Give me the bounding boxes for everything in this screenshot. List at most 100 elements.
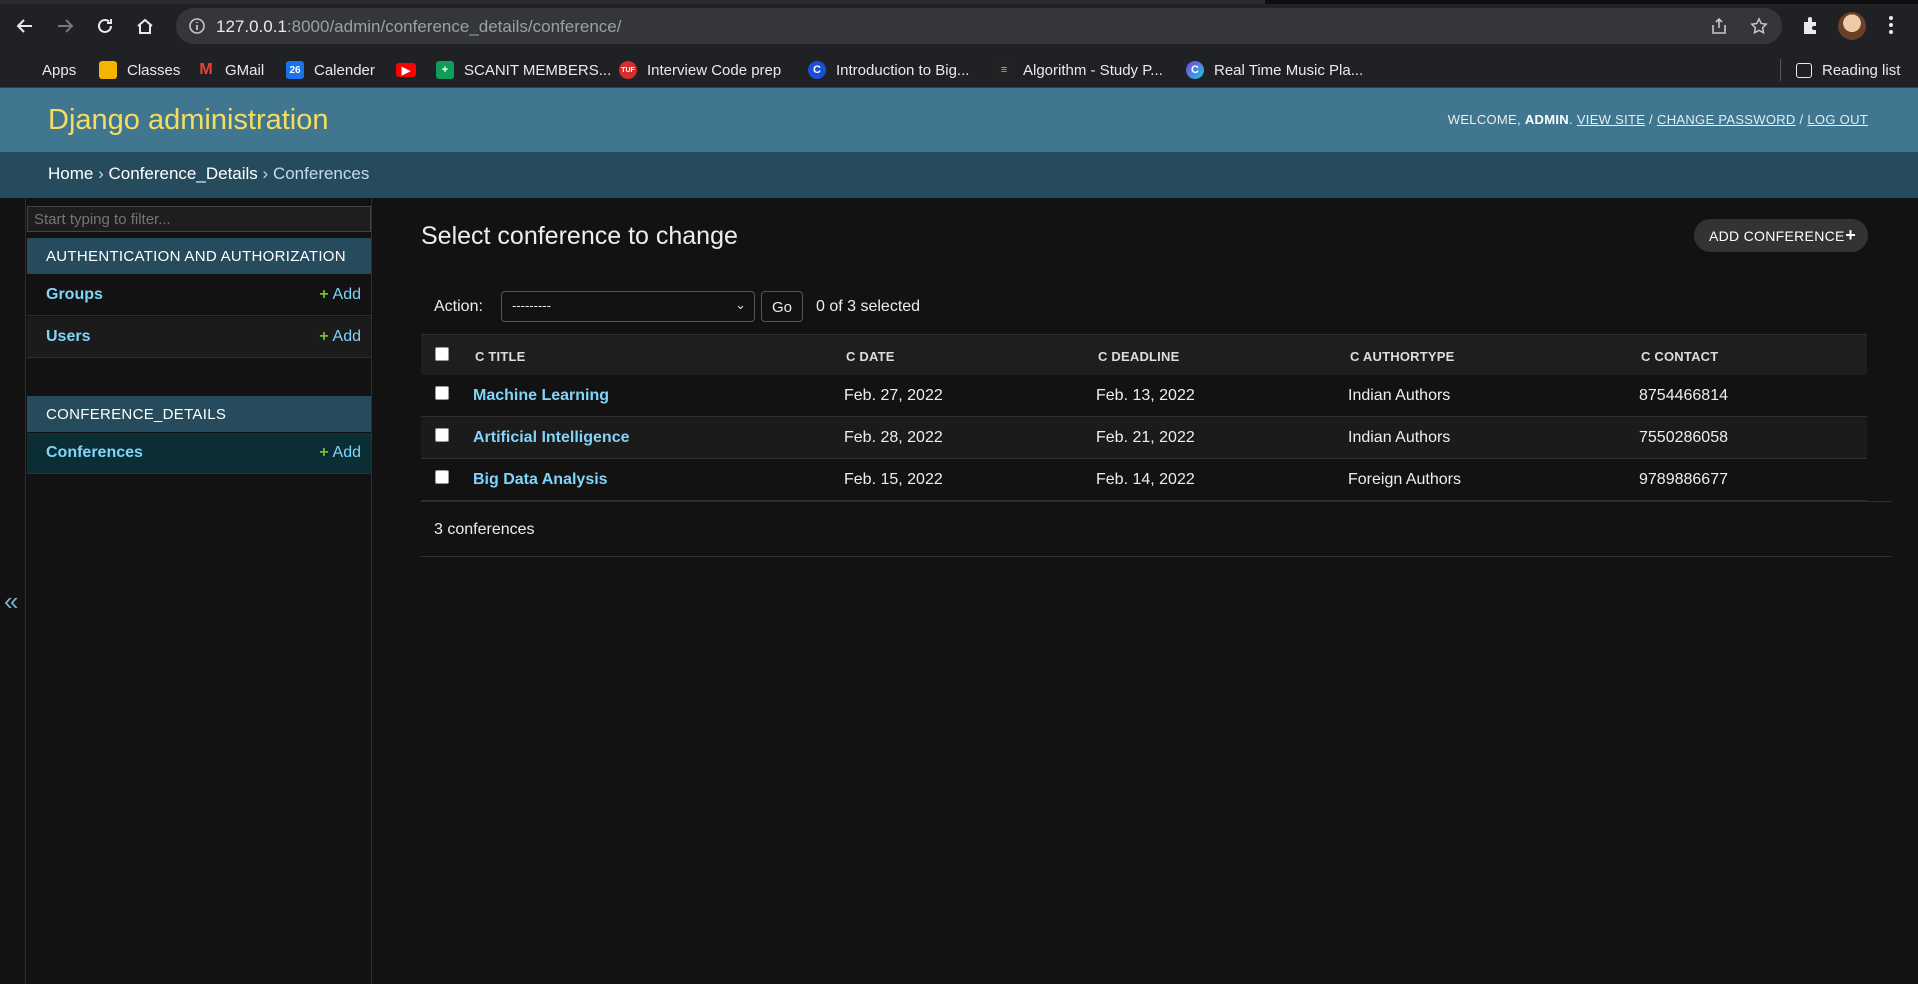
bookmark-big-data[interactable]: C Introduction to Big... — [808, 57, 969, 83]
bookmark-music[interactable]: C Real Time Music Pla... — [1186, 57, 1363, 83]
profile-avatar[interactable] — [1838, 12, 1866, 40]
plus-icon: + — [319, 444, 329, 461]
column-header-title[interactable]: C TITLE — [475, 349, 526, 364]
site-branding[interactable]: Django administration — [48, 104, 328, 137]
welcome-text: WELCOME, — [1447, 112, 1521, 127]
column-header-date[interactable]: C DATE — [846, 349, 895, 364]
cell-deadline: Feb. 14, 2022 — [1096, 471, 1195, 488]
breadcrumb-app[interactable]: Conference_Details — [109, 164, 258, 183]
bookmark-label: Apps — [42, 61, 77, 79]
bookmark-youtube[interactable]: ▶ — [396, 57, 426, 83]
username: ADMIN — [1524, 112, 1569, 127]
bookmark-label: GMail — [225, 61, 265, 79]
reload-icon[interactable] — [89, 10, 121, 42]
conference-title-link[interactable]: Big Data Analysis — [473, 471, 608, 489]
algorithm-icon: ≡ — [995, 61, 1013, 79]
model-link-conferences[interactable]: Conferences — [46, 444, 143, 461]
bookmark-label: Calender — [314, 61, 375, 79]
add-conference-link[interactable]: + Add — [319, 444, 361, 462]
tab-strip — [0, 0, 1918, 4]
breadcrumb-separator: › — [262, 164, 269, 183]
cell-date: Feb. 27, 2022 — [844, 387, 943, 404]
bookmark-star-icon[interactable] — [1750, 17, 1768, 35]
add-conference-button[interactable]: ADD CONFERENCE + — [1694, 219, 1868, 252]
conference-title-link[interactable]: Machine Learning — [473, 387, 609, 405]
bookmark-calendar[interactable]: 26 Calender — [286, 57, 375, 83]
address-bar[interactable]: 127.0.0.1:8000/admin/conference_details/… — [176, 8, 1782, 44]
bookmark-algorithm[interactable]: ≡ Algorithm - Study P... — [995, 57, 1163, 83]
calendar-icon: 26 — [286, 61, 304, 79]
bookmarks-bar: Apps Classes M GMail 26 Calender ▶ + SCA… — [0, 52, 1918, 88]
separator: / — [1799, 112, 1804, 127]
reading-list-label: Reading list — [1822, 61, 1901, 79]
table-row: Big Data Analysis Feb. 15, 2022 Feb. 14,… — [421, 459, 1867, 501]
bookmark-interview-prep[interactable]: TUF Interview Code prep — [619, 57, 781, 83]
breadcrumb-current: Conferences — [272, 164, 370, 183]
bookmark-classes[interactable]: Classes — [99, 57, 180, 83]
select-all-checkbox[interactable] — [435, 347, 449, 361]
punctuation: . — [1568, 112, 1573, 127]
active-tab[interactable] — [0, 0, 1265, 4]
column-header-contact[interactable]: C CONTACT — [1641, 349, 1718, 364]
conference-title-link[interactable]: Artificial Intelligence — [473, 429, 629, 447]
bookmark-scanit[interactable]: + SCANIT MEMBERS... — [436, 57, 611, 83]
view-site-link[interactable]: VIEW SITE — [1577, 112, 1645, 127]
row-checkbox[interactable] — [435, 428, 449, 442]
cell-date: Feb. 28, 2022 — [844, 429, 943, 446]
column-header-authortype[interactable]: C AUTHORTYPE — [1350, 349, 1454, 364]
plus-icon: + — [1845, 225, 1856, 245]
chevron-down-icon: ⌄ — [735, 297, 746, 312]
forward-icon[interactable] — [49, 10, 81, 42]
bookmark-label: Real Time Music Pla... — [1214, 61, 1364, 79]
bookmark-apps[interactable]: Apps — [16, 57, 76, 83]
cell-authortype: Indian Authors — [1348, 387, 1451, 404]
cell-date: Feb. 15, 2022 — [844, 471, 943, 488]
model-link-users[interactable]: Users — [46, 328, 90, 345]
table-row: Machine Learning Feb. 27, 2022 Feb. 13, … — [421, 375, 1867, 417]
sidebar-item-conferences[interactable]: Conferences + Add — [27, 433, 371, 474]
coursera-icon: C — [808, 61, 826, 79]
module-caption-auth[interactable]: AUTHENTICATION AND AUTHORIZATION — [27, 238, 371, 274]
add-label: Add — [332, 444, 361, 461]
sidebar-item-groups[interactable]: Groups + Add — [27, 275, 371, 316]
sheets-icon: + — [436, 61, 454, 79]
add-users-link[interactable]: + Add — [319, 328, 361, 346]
plus-icon: + — [319, 286, 329, 303]
cell-contact: 9789886677 — [1639, 471, 1728, 488]
sidebar-toggle[interactable]: « — [0, 198, 26, 984]
extensions-icon[interactable] — [1800, 14, 1822, 36]
log-out-link[interactable]: LOG OUT — [1807, 112, 1868, 127]
cell-authortype: Indian Authors — [1348, 429, 1451, 446]
action-selected-value: --------- — [512, 298, 551, 313]
home-icon[interactable] — [129, 10, 161, 42]
cell-deadline: Feb. 21, 2022 — [1096, 429, 1195, 446]
add-button-label: ADD CONFERENCE — [1709, 228, 1845, 244]
site-info-icon[interactable] — [188, 17, 206, 35]
menu-dots-icon[interactable] — [1880, 14, 1902, 36]
table-row: Artificial Intelligence Feb. 28, 2022 Fe… — [421, 417, 1867, 459]
cell-deadline: Feb. 13, 2022 — [1096, 387, 1195, 404]
bookmark-gmail[interactable]: M GMail — [197, 57, 264, 83]
change-password-link[interactable]: CHANGE PASSWORD — [1657, 112, 1796, 127]
add-groups-link[interactable]: + Add — [319, 286, 361, 304]
collapse-icon[interactable]: « — [4, 586, 18, 617]
column-header-deadline[interactable]: C DEADLINE — [1098, 349, 1179, 364]
sidebar-item-users[interactable]: Users + Add — [27, 317, 371, 358]
browser-toolbar: 127.0.0.1:8000/admin/conference_details/… — [0, 0, 1918, 52]
model-link-groups[interactable]: Groups — [46, 286, 103, 303]
back-icon[interactable] — [9, 10, 41, 42]
row-checkbox[interactable] — [435, 470, 449, 484]
reading-list-button[interactable]: Reading list — [1796, 57, 1900, 83]
breadcrumb-home[interactable]: Home — [48, 164, 93, 183]
action-select[interactable]: --------- ⌄ — [501, 291, 755, 322]
row-checkbox[interactable] — [435, 386, 449, 400]
admin-header: Django administration WELCOME, ADMIN. VI… — [0, 88, 1918, 152]
sidebar-filter-input[interactable] — [27, 206, 371, 232]
share-icon[interactable] — [1710, 17, 1728, 35]
module-caption-conference-details[interactable]: CONFERENCE_DETAILS — [27, 396, 371, 432]
cell-authortype: Foreign Authors — [1348, 471, 1461, 488]
go-button[interactable]: Go — [761, 291, 803, 322]
url-text[interactable]: 127.0.0.1:8000/admin/conference_details/… — [216, 17, 621, 37]
apps-grid-icon — [16, 62, 32, 78]
gmail-icon: M — [199, 61, 213, 78]
